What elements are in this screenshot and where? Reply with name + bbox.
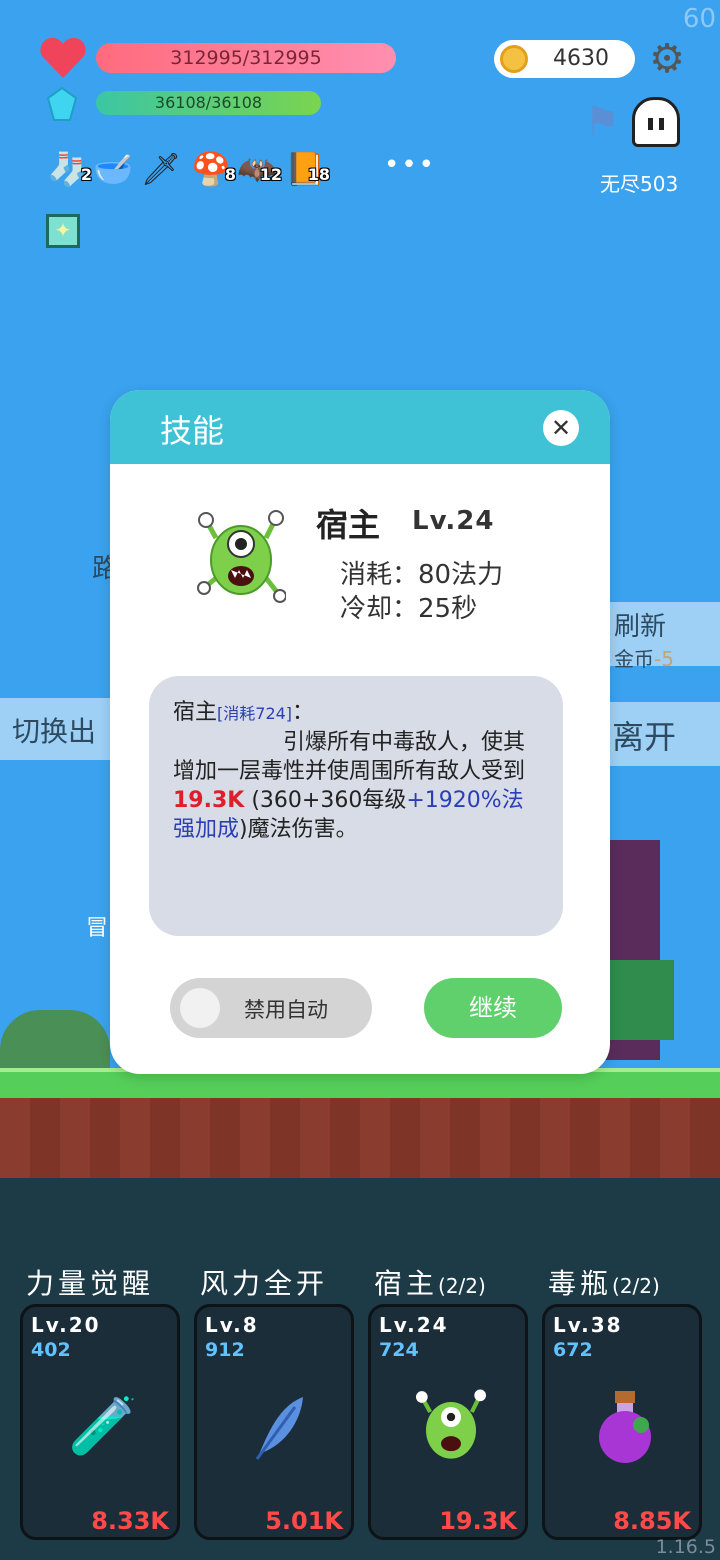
skill-level: Lv.24 (412, 506, 495, 536)
skill-description: 宿主[消耗724]： 引爆所有中毒敌人，使其增加一层毒性并使周围所有敌人受到 1… (149, 676, 563, 936)
ghost-avatar-icon[interactable] (632, 97, 680, 147)
skill-title: 风力全开 (200, 1267, 329, 1300)
leave-button[interactable]: 离开 (606, 702, 720, 766)
heart-icon (40, 37, 86, 78)
skill-name: 宿主 (316, 506, 381, 544)
endless-level-label: 无尽503 (600, 172, 679, 196)
host-monster-icon (416, 1389, 486, 1459)
host-monster-icon (197, 510, 286, 603)
description-body: 引爆所有中毒敌人，使其增加一层毒性并使周围所有敌人受到 19.3K (360+3… (173, 730, 526, 842)
skill-card[interactable]: Lv.8 912 5.01K (194, 1304, 354, 1540)
close-button[interactable]: ✕ (543, 410, 579, 446)
skill-title: 力量觉醒 (26, 1267, 155, 1300)
more-items-button[interactable]: ••• (384, 150, 436, 180)
adventure-label: 冒 (86, 916, 109, 941)
skill-cost: 消耗：80法力 (340, 560, 504, 590)
skill-title: 毒瓶(2/2) (548, 1267, 660, 1300)
skill-card-level: Lv.38 (553, 1313, 623, 1337)
description-header: 宿主[消耗724]： (173, 700, 315, 725)
inventory-item-sock[interactable]: 🧦 2 (46, 148, 92, 190)
ground-dirt (0, 1098, 720, 1178)
continue-button[interactable]: 继续 (424, 978, 562, 1038)
background-tower-base (604, 960, 674, 1040)
refresh-label: 刷新 (614, 612, 667, 642)
skill-card-level: Lv.8 (205, 1313, 259, 1337)
inventory-item-mortar[interactable]: 🥣 (92, 148, 134, 190)
mortar-icon: 🥣 (93, 150, 133, 188)
inventory-item-bat[interactable]: 🦇 12 (236, 148, 282, 190)
close-icon: ✕ (550, 414, 572, 442)
inventory-item-mushroom[interactable]: 🍄 8 (190, 148, 236, 190)
skill-cooldown: 冷却：25秒 (340, 594, 478, 624)
sword-icon: 🗡 (140, 150, 182, 188)
map-flag-icon[interactable]: ⚑ (578, 98, 626, 146)
skill-card-mp: 724 (379, 1339, 419, 1361)
disable-auto-toggle[interactable]: 禁用自动 (170, 978, 372, 1038)
skill-card-damage: 19.3K (439, 1507, 517, 1535)
skill-card-damage: 5.01K (265, 1507, 343, 1535)
hp-bar: 312995/312995 (96, 43, 396, 73)
mana-crystal-icon (46, 86, 78, 121)
skill-card-level: Lv.24 (379, 1313, 449, 1337)
skill-card[interactable]: Lv.24 724 19.3K (368, 1304, 528, 1540)
skill-card-damage: 8.33K (91, 1507, 169, 1535)
skill-dialog: 技能 ✕ 宿主 Lv.24 消耗：80法力 冷却：25秒 宿主[消耗724]： … (110, 390, 610, 1074)
skill-card-mp: 672 (553, 1339, 593, 1361)
version-label: 1.16.5 (655, 1536, 716, 1558)
feather-icon (255, 1397, 303, 1460)
potion-tube-icon: 🧪 (68, 1394, 138, 1459)
skill-title: 宿主(2/2) (374, 1267, 486, 1300)
coin-icon (500, 45, 528, 73)
fps-counter: 60 (682, 4, 716, 34)
refresh-cost: 金币-5 (614, 647, 674, 671)
toggle-knob (180, 988, 220, 1028)
skill-card-mp: 402 (31, 1339, 71, 1361)
toggle-label: 禁用自动 (244, 998, 328, 1022)
refresh-button[interactable]: 刷新 金币-5 (600, 602, 720, 671)
inventory-item-sword[interactable]: 🗡 (140, 148, 182, 190)
inventory-item-book[interactable]: 📙 18 (284, 148, 330, 190)
settings-gear-icon[interactable]: ⚙ (646, 38, 688, 80)
dialog-header: 技能 ✕ (110, 390, 610, 464)
lightbulb-buff-icon[interactable]: ✦ (46, 214, 80, 248)
dialog-title: 技能 (160, 412, 225, 450)
skill-card[interactable]: Lv.38 672 8.85K (542, 1304, 702, 1540)
skill-card-level: Lv.20 (31, 1313, 101, 1337)
skill-card-mp: 912 (205, 1339, 245, 1361)
skill-card-damage: 8.85K (613, 1507, 691, 1535)
poison-bottle-icon (599, 1391, 651, 1463)
skill-card[interactable]: Lv.20 402 🧪 8.33K (20, 1304, 180, 1540)
background-hills (0, 1010, 110, 1070)
mp-bar: 36108/36108 (96, 91, 321, 115)
